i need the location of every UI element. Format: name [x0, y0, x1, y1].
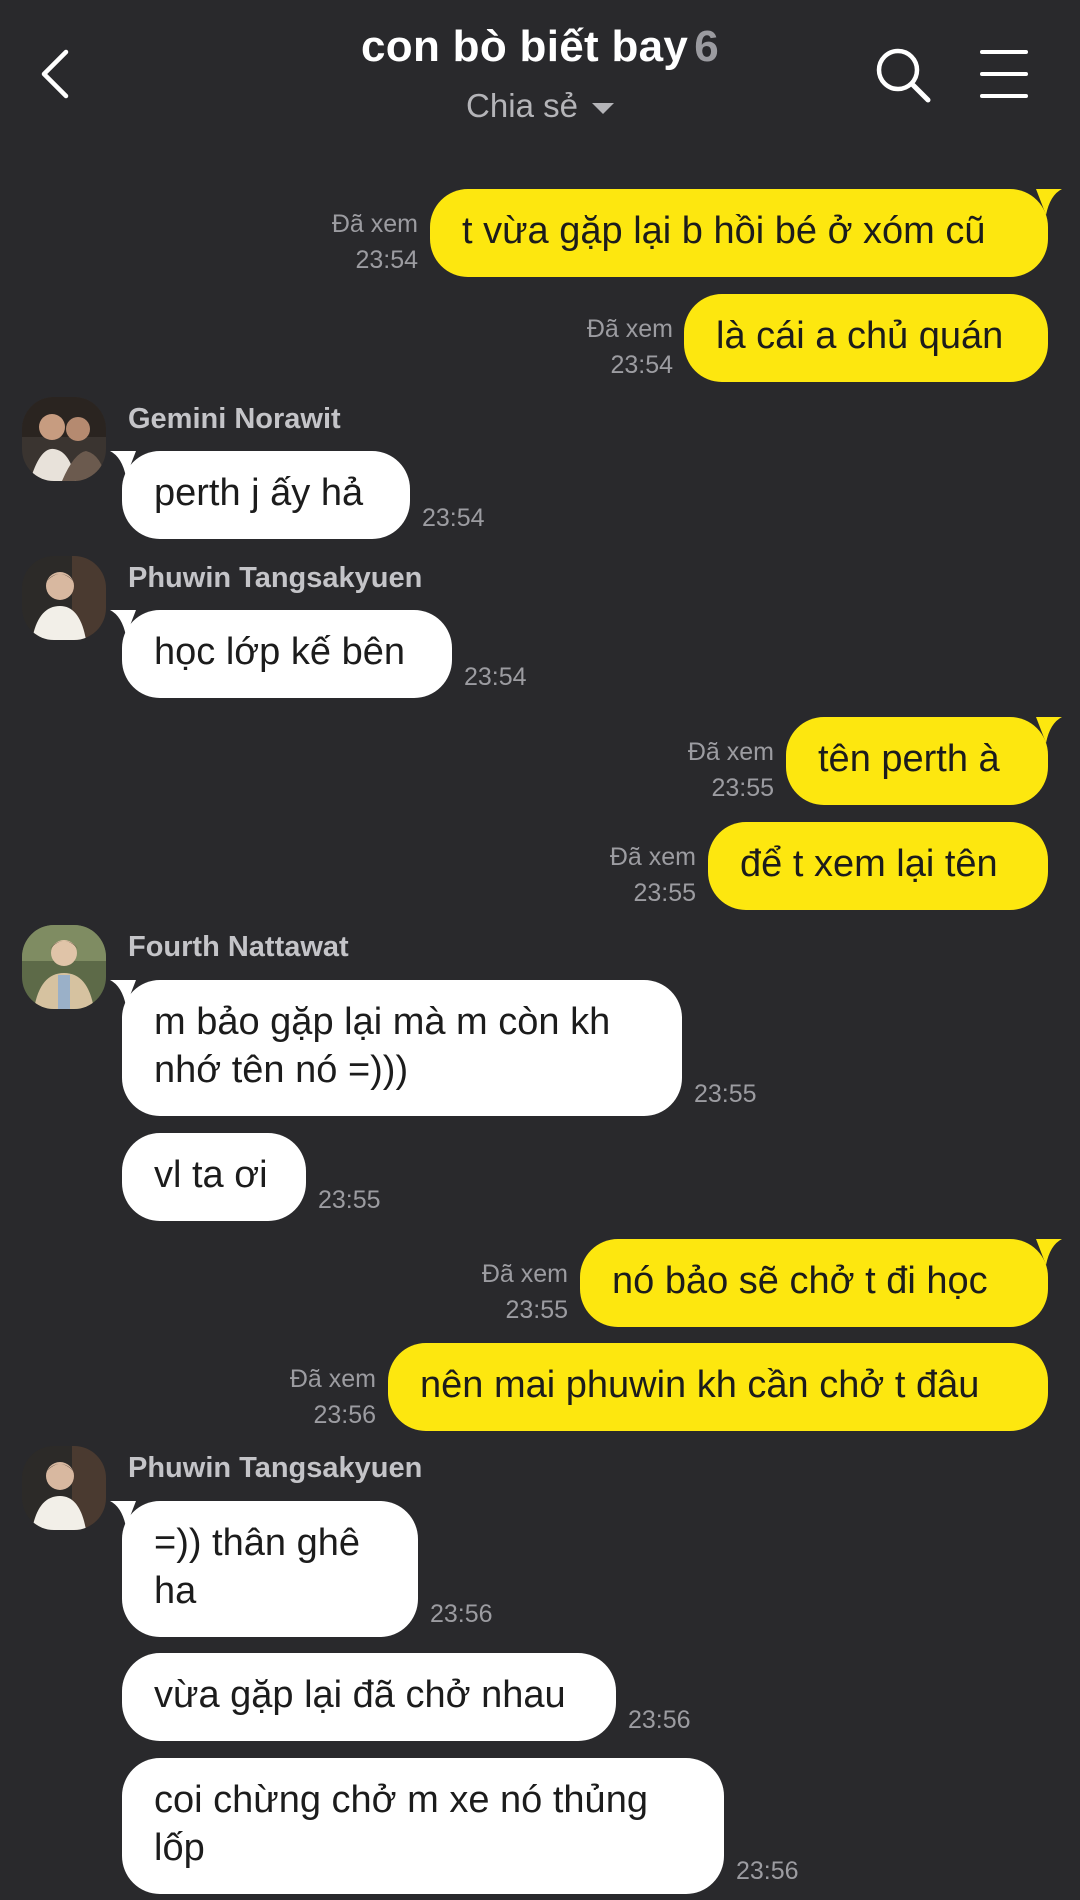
message-time: 23:54 — [464, 663, 527, 691]
message-bubble[interactable]: perth j ấy hả — [122, 451, 410, 539]
message-time: 23:56 — [628, 1706, 691, 1734]
message-bubble[interactable]: để t xem lại tên — [708, 822, 1048, 910]
read-status: Đã xem — [586, 315, 673, 343]
message-bubble[interactable]: coi chừng chở m xe nó thủng lốp — [122, 1758, 724, 1894]
read-status: Đã xem — [331, 210, 418, 238]
message-time: 23:54 — [422, 504, 485, 532]
avatar[interactable] — [22, 1446, 106, 1530]
message-time: 23:55 — [505, 1296, 568, 1324]
message-meta: Đã xem 23:55 — [450, 1256, 568, 1328]
bubble-tail — [1036, 189, 1062, 215]
message-time: 23:56 — [313, 1401, 376, 1429]
message-time: 23:54 — [355, 246, 418, 274]
message-bubble[interactable]: vừa gặp lại đã chở nhau — [122, 1653, 616, 1741]
read-status: Đã xem — [481, 1260, 568, 1288]
bubble-tail — [1036, 717, 1062, 743]
sender-name: Phuwin Tangsakyuen — [128, 562, 423, 594]
message-list[interactable]: Đã xem 23:54 t vừa gặp lại b hồi bé ở xó… — [0, 0, 1080, 1900]
read-status: Đã xem — [289, 1365, 376, 1393]
message-bubble[interactable]: là cái a chủ quán — [684, 294, 1048, 382]
message-bubble[interactable]: học lớp kế bên — [122, 610, 452, 698]
avatar[interactable] — [22, 925, 106, 1009]
message-bubble[interactable]: nó bảo sẽ chở t đi học — [580, 1239, 1048, 1327]
message-time: 23:56 — [736, 1857, 799, 1885]
message-time: 23:55 — [318, 1186, 381, 1214]
sender-name: Phuwin Tangsakyuen — [128, 1452, 423, 1484]
avatar[interactable] — [22, 397, 106, 481]
message-time: 23:56 — [430, 1600, 493, 1628]
sender-name: Gemini Norawit — [128, 403, 341, 435]
message-time: 23:55 — [711, 774, 774, 802]
read-status: Đã xem — [687, 738, 774, 766]
message-bubble[interactable]: tên perth à — [786, 717, 1048, 805]
bubble-tail — [1036, 1239, 1062, 1265]
message-bubble[interactable]: nên mai phuwin kh cần chở t đâu — [388, 1343, 1048, 1431]
message-meta: Đã xem 23:55 — [656, 734, 774, 806]
message-bubble[interactable]: =)) thân ghê ha — [122, 1501, 418, 1637]
message-bubble[interactable]: vl ta ơi — [122, 1133, 306, 1221]
message-meta: Đã xem 23:54 — [555, 311, 673, 383]
message-time: 23:55 — [633, 879, 696, 907]
avatar[interactable] — [22, 556, 106, 640]
message-bubble[interactable]: m bảo gặp lại mà m còn kh nhớ tên nó =))… — [122, 980, 682, 1116]
message-bubble[interactable]: t vừa gặp lại b hồi bé ở xóm cũ — [430, 189, 1048, 277]
message-meta: Đã xem 23:56 — [258, 1361, 376, 1433]
message-meta: Đã xem 23:55 — [578, 839, 696, 911]
read-status: Đã xem — [609, 843, 696, 871]
sender-name: Fourth Nattawat — [128, 931, 349, 963]
message-meta: Đã xem 23:54 — [300, 206, 418, 278]
message-time: 23:54 — [610, 351, 673, 379]
message-time: 23:55 — [694, 1080, 757, 1108]
